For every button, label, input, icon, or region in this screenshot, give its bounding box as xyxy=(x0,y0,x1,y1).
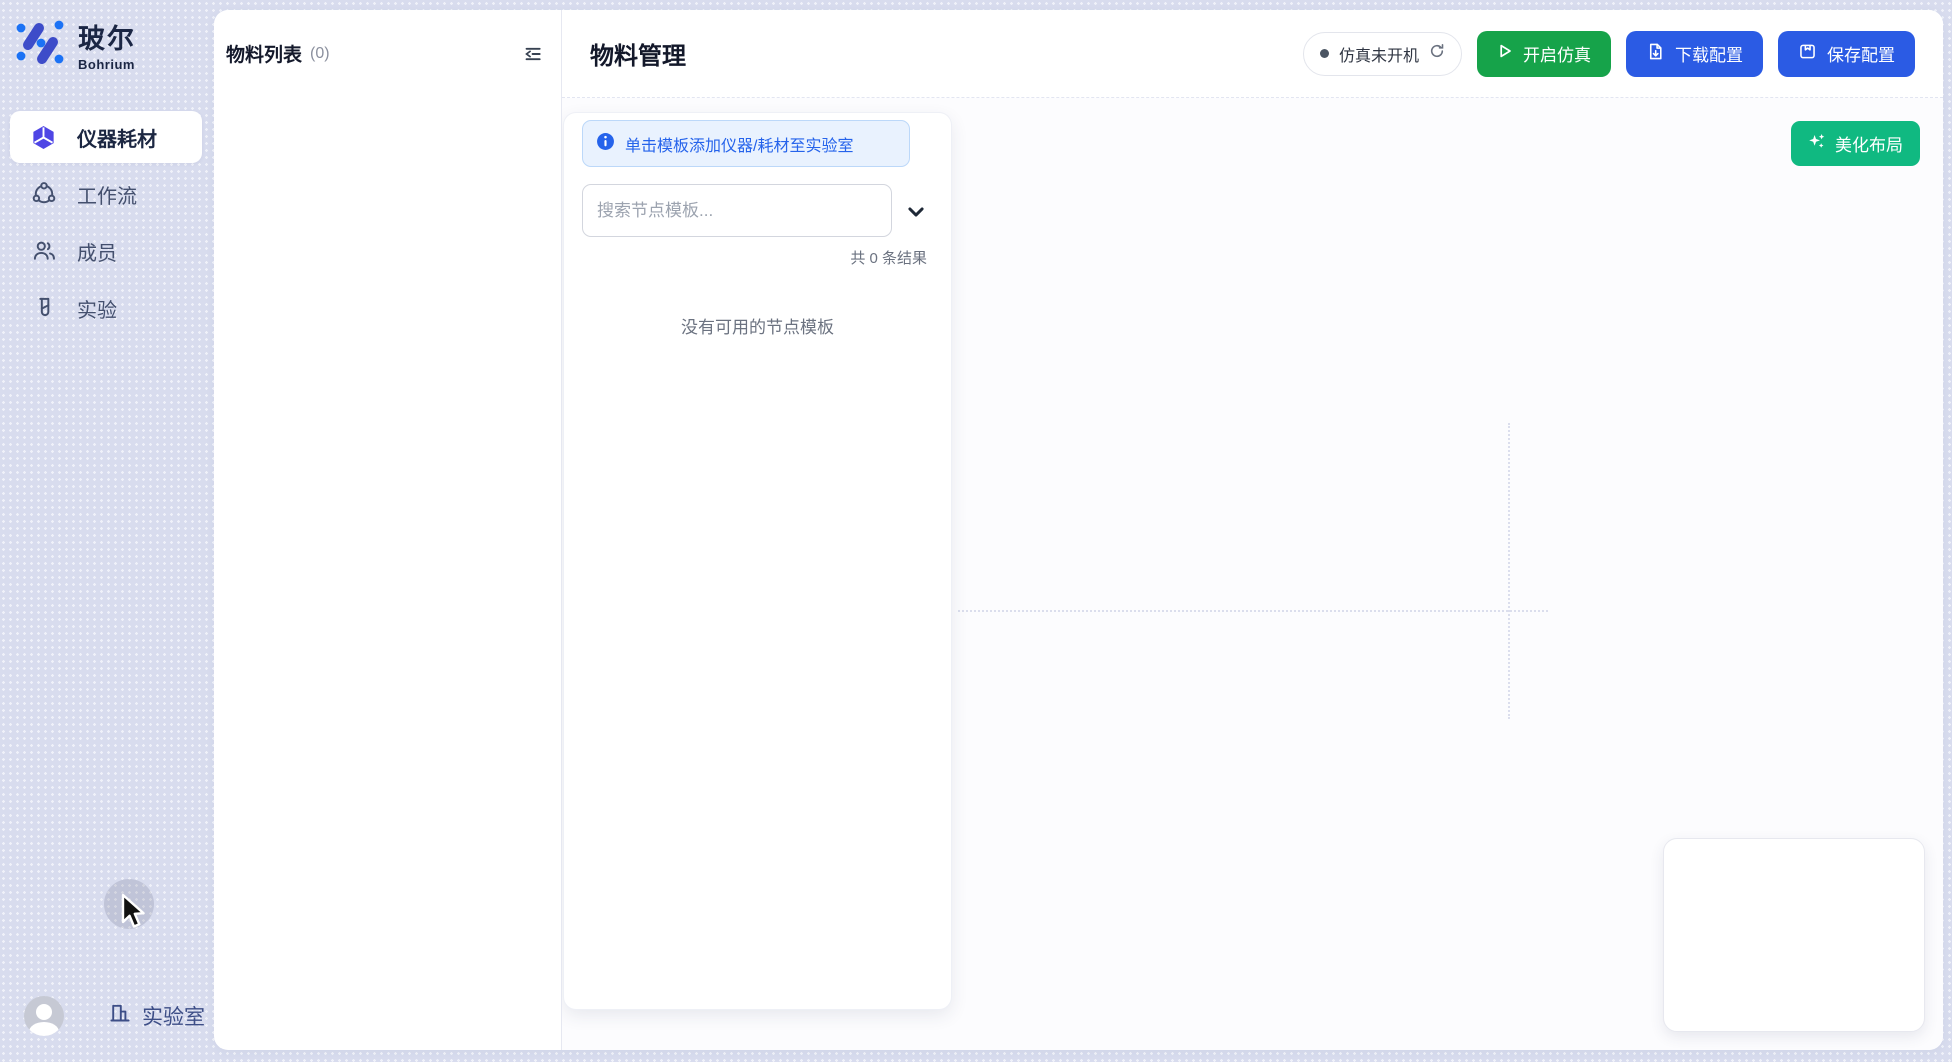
file-download-icon xyxy=(1646,42,1665,66)
info-icon xyxy=(596,132,615,156)
simulation-status[interactable]: 仿真未开机 xyxy=(1303,32,1462,76)
lab-switcher[interactable]: 实验室 xyxy=(108,1001,205,1031)
workflow-canvas[interactable]: 单击模板添加仪器/耗材至实验室 共 0 条结果 没有可用的节点模板 xyxy=(562,98,1943,1050)
download-config-label: 下载配置 xyxy=(1675,41,1743,66)
save-icon xyxy=(1798,42,1817,66)
canvas-minimap[interactable] xyxy=(1663,838,1925,1032)
status-dot-icon xyxy=(1320,49,1329,58)
sidebar-item-workflow[interactable]: 工作流 xyxy=(10,168,202,220)
mouse-cursor xyxy=(117,892,151,937)
sidebar-item-label: 工作流 xyxy=(77,180,137,209)
canvas-guide-horizontal xyxy=(958,610,1548,612)
test-tube-icon xyxy=(30,295,57,322)
collapse-panel-icon[interactable] xyxy=(521,42,545,66)
building-icon xyxy=(108,1001,132,1031)
user-avatar[interactable] xyxy=(24,996,64,1036)
template-panel: 单击模板添加仪器/耗材至实验室 共 0 条结果 没有可用的节点模板 xyxy=(564,113,951,1009)
materials-list-title: 物料列表 xyxy=(226,40,302,67)
cube-icon xyxy=(30,124,57,151)
status-label: 仿真未开机 xyxy=(1339,42,1419,66)
hint-banner: 单击模板添加仪器/耗材至实验室 xyxy=(582,120,910,167)
sidebar-item-label: 实验 xyxy=(77,294,117,323)
brand-logo: 玻尔 Bohrium xyxy=(0,0,214,73)
canvas-guide-vertical xyxy=(1508,423,1510,719)
sidebar-item-label: 成员 xyxy=(77,237,117,266)
sidebar-item-instruments[interactable]: 仪器耗材 xyxy=(10,111,202,163)
brand-subtitle: Bohrium xyxy=(78,57,136,72)
save-config-label: 保存配置 xyxy=(1827,41,1895,66)
sidebar-item-experiment[interactable]: 实验 xyxy=(10,282,202,334)
sidebar-nav: 仪器耗材 工作流 成员 xyxy=(0,111,214,334)
hint-banner-text: 单击模板添加仪器/耗材至实验室 xyxy=(625,132,853,156)
play-icon xyxy=(1497,43,1513,64)
beautify-layout-button[interactable]: 美化布局 xyxy=(1791,121,1920,166)
members-icon xyxy=(30,238,57,265)
workflow-icon xyxy=(30,181,57,208)
materials-list-count: (0) xyxy=(310,45,330,63)
start-simulation-label: 开启仿真 xyxy=(1523,41,1591,66)
search-template-input[interactable] xyxy=(582,184,892,237)
brand-name: 玻尔 xyxy=(78,17,136,56)
chevron-down-icon[interactable] xyxy=(905,201,927,223)
download-config-button[interactable]: 下载配置 xyxy=(1626,31,1763,77)
results-count: 共 0 条结果 xyxy=(850,247,927,268)
content-card: 物料列表 (0) 物料管理 仿真未开机 xyxy=(214,10,1943,1050)
page-title: 物料管理 xyxy=(590,36,686,71)
materials-list-panel: 物料列表 (0) xyxy=(214,10,562,1050)
main-header: 物料管理 仿真未开机 xyxy=(562,10,1943,98)
beautify-layout-label: 美化布局 xyxy=(1835,131,1903,156)
start-simulation-button[interactable]: 开启仿真 xyxy=(1477,31,1611,77)
sidebar: 玻尔 Bohrium 仪器耗材 工作流 xyxy=(0,0,214,1062)
main-area: 物料管理 仿真未开机 xyxy=(562,10,1943,1050)
sparkles-icon xyxy=(1808,132,1826,155)
refresh-icon[interactable] xyxy=(1429,43,1445,64)
bohrium-logo-icon xyxy=(14,16,66,73)
lab-label: 实验室 xyxy=(142,1001,205,1031)
empty-templates-text: 没有可用的节点模板 xyxy=(564,313,951,338)
sidebar-item-members[interactable]: 成员 xyxy=(10,225,202,277)
save-config-button[interactable]: 保存配置 xyxy=(1778,31,1915,77)
sidebar-item-label: 仪器耗材 xyxy=(77,123,157,152)
